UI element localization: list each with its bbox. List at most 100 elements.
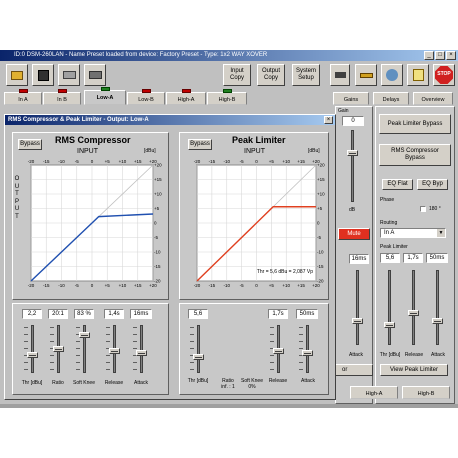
pl-release-knob[interactable] [408,310,419,316]
minimize-button[interactable]: _ [424,51,434,60]
peak-fader-label-3: Release [268,378,288,384]
rms-value-0[interactable]: 2,2 [22,309,42,319]
gain-fader-knob[interactable] [347,150,358,156]
partial-fader-knob[interactable] [352,318,363,324]
rms-fader-tick [24,362,28,363]
device-icon [88,71,102,79]
output-copy-button[interactable]: Output Copy [257,64,285,86]
rms-fader-tick [133,327,137,328]
rms-bypass-button[interactable]: Bypass [18,139,42,150]
rms-x-tick-bottom: +15 [134,283,142,288]
system-setup-button[interactable]: System Setup [292,64,320,86]
eq-bypass-button[interactable]: EQ Byp [417,179,448,190]
tab-in-a[interactable]: In A [4,89,42,105]
peak-x-tick-bottom: -10 [223,283,230,288]
close-button[interactable]: × [446,51,456,60]
peak-fader-tick [299,327,303,328]
partial-attack-value[interactable]: 16ms [349,254,369,264]
rms-value-2[interactable]: 83 % [74,309,94,319]
peak-fader-tick [270,327,274,328]
tab-low-a[interactable]: Low-A [84,87,126,105]
rms-x-tick-top: +10 [119,159,127,164]
rms-title: RMS Compressor [55,135,131,145]
view-peak-limiter-button[interactable]: View Peak Limiter [380,364,448,376]
phase-label: Phase [380,197,395,203]
pl-attack-label: Attack [431,352,445,358]
peak-y-tick: -15 [317,264,324,269]
peak-limiter-bypass-button[interactable]: Peak Limiter Bypass [379,114,451,134]
peak-value-2[interactable]: 50ms [296,309,318,319]
peak-y-tick: 0 [317,221,320,226]
peak-fader-tick [190,334,194,335]
rms-x-tick-bottom: -10 [58,283,65,288]
input-copy-button[interactable]: Input Copy [223,64,251,86]
maximize-button[interactable]: □ [435,51,445,60]
peak-y-tick: +5 [317,206,323,211]
tab-in-b[interactable]: In B [43,89,81,105]
rms-value-1[interactable]: 20:1 [48,309,68,319]
notes-button[interactable] [407,64,429,86]
tools-icon [386,69,398,81]
eq-flat-button[interactable]: EQ Flat [382,179,413,190]
rms-fader-tick [50,369,54,370]
peak-x-tick-top: -10 [223,159,230,164]
tab-high-b[interactable]: High-B [207,89,247,105]
tab-low-b[interactable]: Low-B [127,89,165,105]
tab-label: Low-B [138,97,154,103]
tab-high-a[interactable]: High-A [166,89,206,105]
peak-value-0[interactable]: 5,6 [188,309,208,319]
save-button[interactable] [32,64,54,86]
device-button[interactable] [84,64,106,86]
peak-fader-tick [299,369,303,370]
stop-button[interactable]: STOP [433,64,455,86]
rms-fader-knob-1[interactable] [53,346,64,352]
tab-gains[interactable]: Gains [333,92,369,105]
rms-fader-knob-4[interactable] [136,350,147,357]
phase-checkbox[interactable] [420,206,426,212]
peak-bypass-button[interactable]: Bypass [188,139,212,150]
pl-attack-knob[interactable] [432,318,443,324]
rms-fader-tick [76,327,80,328]
rms-fader-knob-3[interactable] [109,348,120,355]
rms-fader-track-4 [140,325,143,373]
key-button[interactable] [355,64,377,86]
dialog-close-button[interactable]: × [324,116,333,124]
pl-thr-knob[interactable] [384,322,395,328]
rms-fader-tick [106,334,110,335]
rms-y-tick: +20 [154,163,162,168]
open-folder-button[interactable] [6,64,28,86]
pl-thr-value[interactable]: 5,6 [380,253,400,263]
peak-fader-knob-0[interactable] [193,354,204,361]
pl-release-value[interactable]: 1,7s [403,253,423,263]
pl-thr-label: Thr [dBu] [379,352,401,358]
tools-button[interactable] [381,64,403,86]
rms-fader-tick [106,327,110,328]
rms-x-tick-bottom: +10 [119,283,127,288]
pl-thr-track [388,270,391,345]
gain-value[interactable]: 0 [342,116,364,126]
pl-release-track [412,270,415,345]
rms-value-3[interactable]: 1,4s [104,309,124,319]
pl-attack-value[interactable]: 50ms [426,253,448,263]
rms-value-4[interactable]: 16ms [130,309,152,319]
tab-high-b-bottom[interactable]: High-B [402,386,450,399]
peak-fader-knob-1[interactable] [273,348,284,355]
tab-high-a-bottom[interactable]: High-A [350,386,398,399]
peak-y-tick: -5 [317,235,321,240]
rms-y-tick: -10 [154,250,161,255]
link-button[interactable] [330,64,350,86]
peak-value-1[interactable]: 1,7s [268,309,288,319]
partial-fader-track [356,270,359,345]
rms-fader-tick [106,369,110,370]
rms-fader-knob-0[interactable] [27,352,38,359]
rms-x-tick-top: +5 [105,159,111,164]
print-button[interactable] [58,64,80,86]
tab-delays[interactable]: Delays [373,92,409,105]
peak-fader-knob-2[interactable] [302,350,313,357]
tab-overview[interactable]: Overview [413,92,453,105]
rms-compressor-bypass-button[interactable]: RMS Compressor Bypass [379,144,451,166]
partial-or-button[interactable]: or [335,364,373,376]
routing-select[interactable]: In A ▼ [380,228,446,238]
mute-button[interactable]: Mute [338,228,370,240]
rms-fader-knob-2[interactable] [79,332,90,339]
